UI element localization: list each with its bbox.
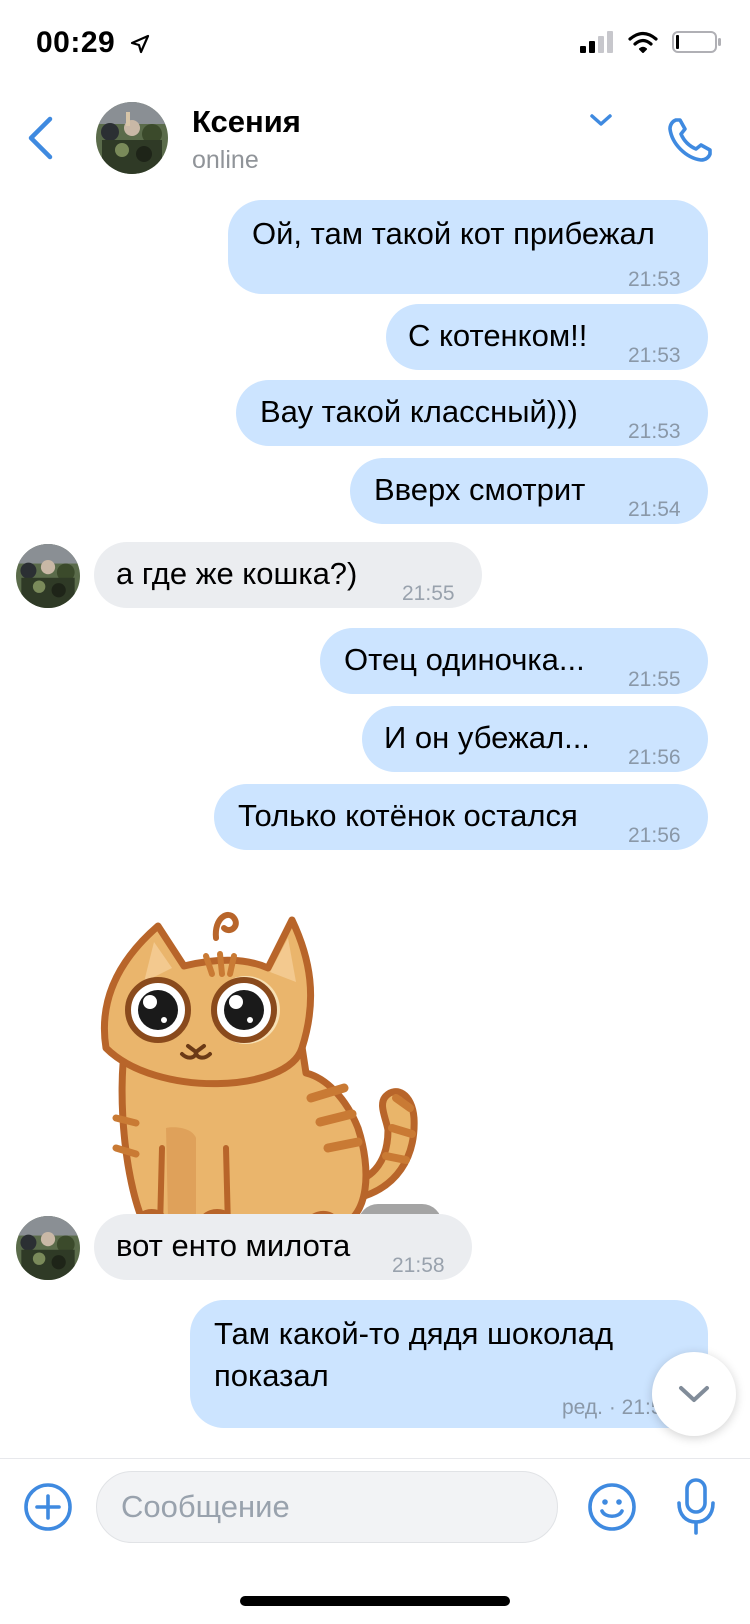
back-icon [28,116,53,160]
sender-avatar[interactable] [16,544,80,608]
message-text: С котенком!! [408,318,588,353]
avatar-photo [16,1216,80,1280]
message-input[interactable] [96,1471,558,1543]
message-bubble-outgoing[interactable]: Там какой-то дядя шоколад показал ред. ·… [190,1300,708,1428]
chevron-down-icon[interactable] [586,110,616,130]
contact-name[interactable]: Ксения [192,104,301,140]
message-bubble-outgoing[interactable]: Вверх смотрит 21:54 [350,458,708,524]
phone-icon[interactable] [664,114,716,166]
message-time: 21:58 [392,1254,445,1277]
plus-icon[interactable] [22,1481,74,1533]
message-time: 21:53 [628,268,681,291]
message-composer [0,1458,750,1558]
message-text: Только котёнок остался [238,798,578,833]
message-bubble-incoming[interactable]: а где же кошка?) 21:55 [94,542,482,608]
contact-status: online [192,146,259,174]
message-time: 21:56 [628,824,681,847]
chevron-down-icon [679,1386,709,1402]
message-time: 21:53 [628,420,681,443]
message-time: 21:55 [402,582,455,605]
message-text: Вау такой классный))) [260,394,578,429]
message-text: вот енто милота [116,1228,351,1263]
message-bubble-outgoing[interactable]: Отец одиночка... 21:55 [320,628,708,694]
message-bubble-incoming[interactable]: вот енто милота 21:58 [94,1214,472,1280]
cat-sticker[interactable] [96,898,452,1254]
message-bubble-outgoing[interactable]: Только котёнок остался 21:56 [214,784,708,850]
message-text-line-1: Там какой-то дядя шоколад [214,1316,614,1351]
smile-icon[interactable] [586,1481,638,1533]
message-text: И он убежал... [384,720,590,755]
message-text: Вверх смотрит [374,472,586,507]
status-bar: 00:29 [0,0,750,90]
sender-avatar[interactable] [16,1216,80,1280]
status-indicators [580,30,722,54]
message-text: Ой, там такой кот прибежал [252,216,655,251]
contact-avatar[interactable] [96,102,168,174]
signal-icon [580,31,613,53]
message-time: 21:55 [628,668,681,691]
message-text: а где же кошка?) [116,556,358,591]
message-text-line-2: показал [214,1358,329,1393]
scroll-to-bottom-button[interactable] [652,1352,736,1436]
message-bubble-outgoing[interactable]: Ой, там такой кот прибежал 21:53 [228,200,708,294]
message-time: 21:54 [628,498,681,521]
avatar-photo [96,102,168,174]
message-time: 21:53 [628,344,681,367]
avatar-photo [16,544,80,608]
message-bubble-outgoing[interactable]: И он убежал... 21:56 [362,706,708,772]
battery-icon [672,31,721,53]
home-indicator[interactable] [240,1596,510,1606]
message-list[interactable]: Ой, там такой кот прибежал 21:53 С котен… [0,186,750,1458]
microphone-icon[interactable] [674,1477,718,1537]
message-text: Отец одиночка... [344,642,585,677]
back-button[interactable] [16,108,64,168]
message-time: 21:56 [628,746,681,769]
message-bubble-outgoing[interactable]: С котенком!! 21:53 [386,304,708,370]
wifi-icon [628,31,658,53]
chat-header: Ксения online [0,90,750,186]
message-bubble-outgoing[interactable]: Вау такой классный))) 21:53 [236,380,708,446]
status-time: 00:29 [36,26,116,59]
location-arrow-icon [130,34,150,54]
